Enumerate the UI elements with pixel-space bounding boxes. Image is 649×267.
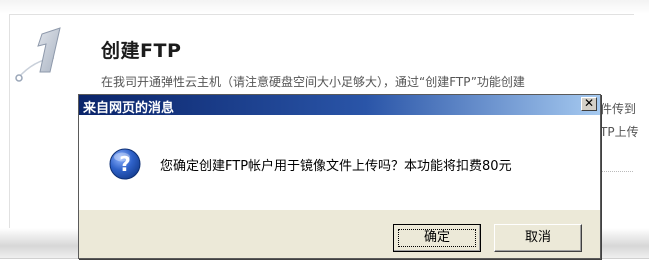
dialog-message: 您确定创建FTP帐户用于镜像文件上传吗？本功能将扣费80元 [160,159,512,174]
ok-button[interactable]: 确定 [393,224,481,252]
question-icon: ? [109,148,141,180]
dialog-titlebar[interactable]: 来自网页的消息 ✕ [79,95,600,116]
close-button[interactable]: ✕ [581,97,597,111]
step-title: 创建FTP [101,40,182,62]
close-icon: ✕ [583,96,595,110]
focus-ring [398,229,476,247]
dotted-separator [600,171,633,172]
cancel-button[interactable]: 取消 [494,224,582,252]
cancel-button-label: 取消 [524,230,551,245]
dialog-title: 来自网页的消息 [83,101,175,116]
step-description: 在我司开通弹性云主机（请注意硬盘空间大小足够大），通过“创建FTP”功能创建 [101,75,525,89]
dialog-content: ? 您确定创建FTP帐户用于镜像文件上传吗？本功能将扣费80元 [79,115,600,210]
step-description-line2: 件传到 [600,102,637,116]
svg-text:?: ? [119,152,131,176]
top-band [0,0,649,14]
confirm-dialog: 来自网页的消息 ✕ ? 您确定创建FTP帐户用于镜像文件上传吗？本功能将扣费80… [78,94,601,259]
step-description-line3: TP上传 [600,125,639,139]
step-number-badge-icon [15,27,61,82]
